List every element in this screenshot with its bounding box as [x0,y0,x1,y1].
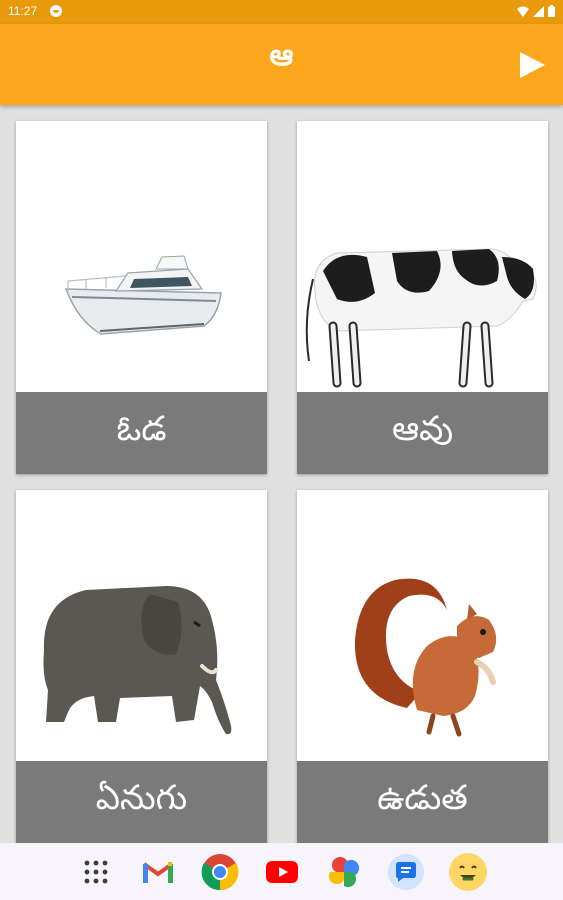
card-cow[interactable]: ఆవు [297,121,548,474]
app-bar: ఆ [0,24,563,105]
card-elephant[interactable]: ఏనుగు [16,490,267,843]
card-label: ఉడుత [297,761,548,843]
card-boat[interactable]: ఓడ [16,121,267,474]
page-title: ఆ [269,38,294,73]
status-time: 11:27 [8,4,38,18]
cow-image [305,248,537,388]
system-icons [517,5,555,17]
play-icon[interactable] [517,50,547,80]
youtube-icon[interactable] [262,852,302,892]
boat-image [64,255,222,335]
gmail-icon[interactable] [138,852,178,892]
squirrel-image [354,578,497,737]
status-bar: 11:27 [0,0,563,24]
signal-icon [533,5,544,17]
app-dock [0,843,563,900]
card-squirrel[interactable]: ఉడుత [297,490,548,843]
photos-icon[interactable] [324,852,364,892]
notification-icon [50,5,62,17]
messages-icon[interactable] [386,852,426,892]
emoji-app-icon[interactable] [448,852,488,892]
elephant-image [43,586,232,735]
card-label: ఆవు [297,392,548,474]
wifi-icon [517,6,529,17]
card-label: ఏనుగు [16,761,267,843]
card-label: ఓడ [16,392,267,474]
battery-icon [548,5,555,17]
app-drawer-icon[interactable] [76,852,116,892]
chrome-icon[interactable] [200,852,240,892]
